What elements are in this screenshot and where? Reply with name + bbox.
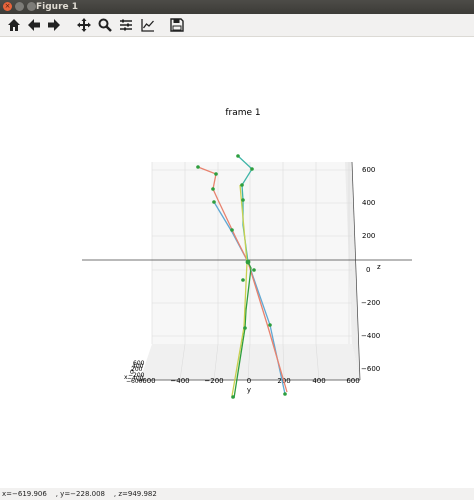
joint-marker xyxy=(243,326,247,330)
x-tick-label: −200 xyxy=(204,377,223,385)
z-tick-label: −600 xyxy=(361,365,380,373)
x-tick-label: 400 xyxy=(312,377,325,385)
floppy-disk-icon xyxy=(170,18,184,32)
joint-marker xyxy=(252,268,256,272)
back-button[interactable] xyxy=(25,16,43,34)
joint-marker xyxy=(241,198,245,202)
arrow-right-icon xyxy=(48,19,60,31)
plot-title: frame 1 xyxy=(225,108,260,118)
joint-marker xyxy=(283,392,287,396)
magnifier-icon xyxy=(98,18,112,32)
z-axis-label: z xyxy=(377,263,381,271)
figure-canvas[interactable]: frame 1 −600 −400 −200 0 200 400 600 y 6… xyxy=(0,37,474,488)
window-maximize-button[interactable] xyxy=(27,2,36,11)
home-icon xyxy=(8,19,20,31)
window-titlebar: × Figure 1 xyxy=(0,0,474,14)
home-button[interactable] xyxy=(5,16,23,34)
joint-marker xyxy=(250,167,254,171)
x-tick-label: 0 xyxy=(247,377,251,385)
edit-axes-button[interactable] xyxy=(139,16,157,34)
joint-marker xyxy=(214,172,218,176)
joint-marker xyxy=(231,395,235,399)
z-tick-label: 600 xyxy=(362,166,375,174)
joint-marker xyxy=(211,187,215,191)
joint-marker xyxy=(236,154,240,158)
z-tick-label: 200 xyxy=(362,232,375,240)
zoom-button[interactable] xyxy=(96,16,114,34)
z-tick-label: 400 xyxy=(362,199,375,207)
configure-subplots-button[interactable] xyxy=(117,16,135,34)
z-tick-label: 0 xyxy=(366,266,370,274)
joint-marker xyxy=(245,259,251,265)
joint-marker xyxy=(268,323,272,327)
depth-ticks: −600 −400 −200 0 200 400 600 xyxy=(126,360,145,385)
x-tick-label: 600 xyxy=(346,377,359,385)
arrow-left-icon xyxy=(28,19,40,31)
cursor-coordinates: x=−619.906 , y=−228.008 , z=949.982 xyxy=(2,490,157,498)
z-tick-label: −200 xyxy=(361,299,380,307)
joint-marker xyxy=(212,200,216,204)
window-close-button[interactable]: × xyxy=(3,2,12,11)
pan-button[interactable] xyxy=(75,16,93,34)
x-tick-label: −400 xyxy=(170,377,189,385)
joint-marker xyxy=(241,278,245,282)
sliders-icon xyxy=(120,19,132,31)
depth-axis-label: x xyxy=(124,374,128,381)
window-title: Figure 1 xyxy=(36,2,79,12)
depth-tick-label: 600 xyxy=(133,360,145,367)
joint-marker xyxy=(230,228,234,232)
window-minimize-button[interactable] xyxy=(15,2,24,11)
x-axis-label: y xyxy=(247,386,251,394)
z-tick-label: −400 xyxy=(361,332,380,340)
status-bar: x=−619.906 , y=−228.008 , z=949.982 xyxy=(0,488,474,500)
plot-svg[interactable]: frame 1 −600 −400 −200 0 200 400 600 y 6… xyxy=(0,37,474,488)
forward-button[interactable] xyxy=(45,16,63,34)
joint-marker xyxy=(240,183,244,187)
line-chart-icon xyxy=(141,19,154,32)
toolbar xyxy=(0,14,474,37)
save-button[interactable] xyxy=(168,16,186,34)
joint-marker xyxy=(196,165,200,169)
move-icon xyxy=(77,18,91,32)
